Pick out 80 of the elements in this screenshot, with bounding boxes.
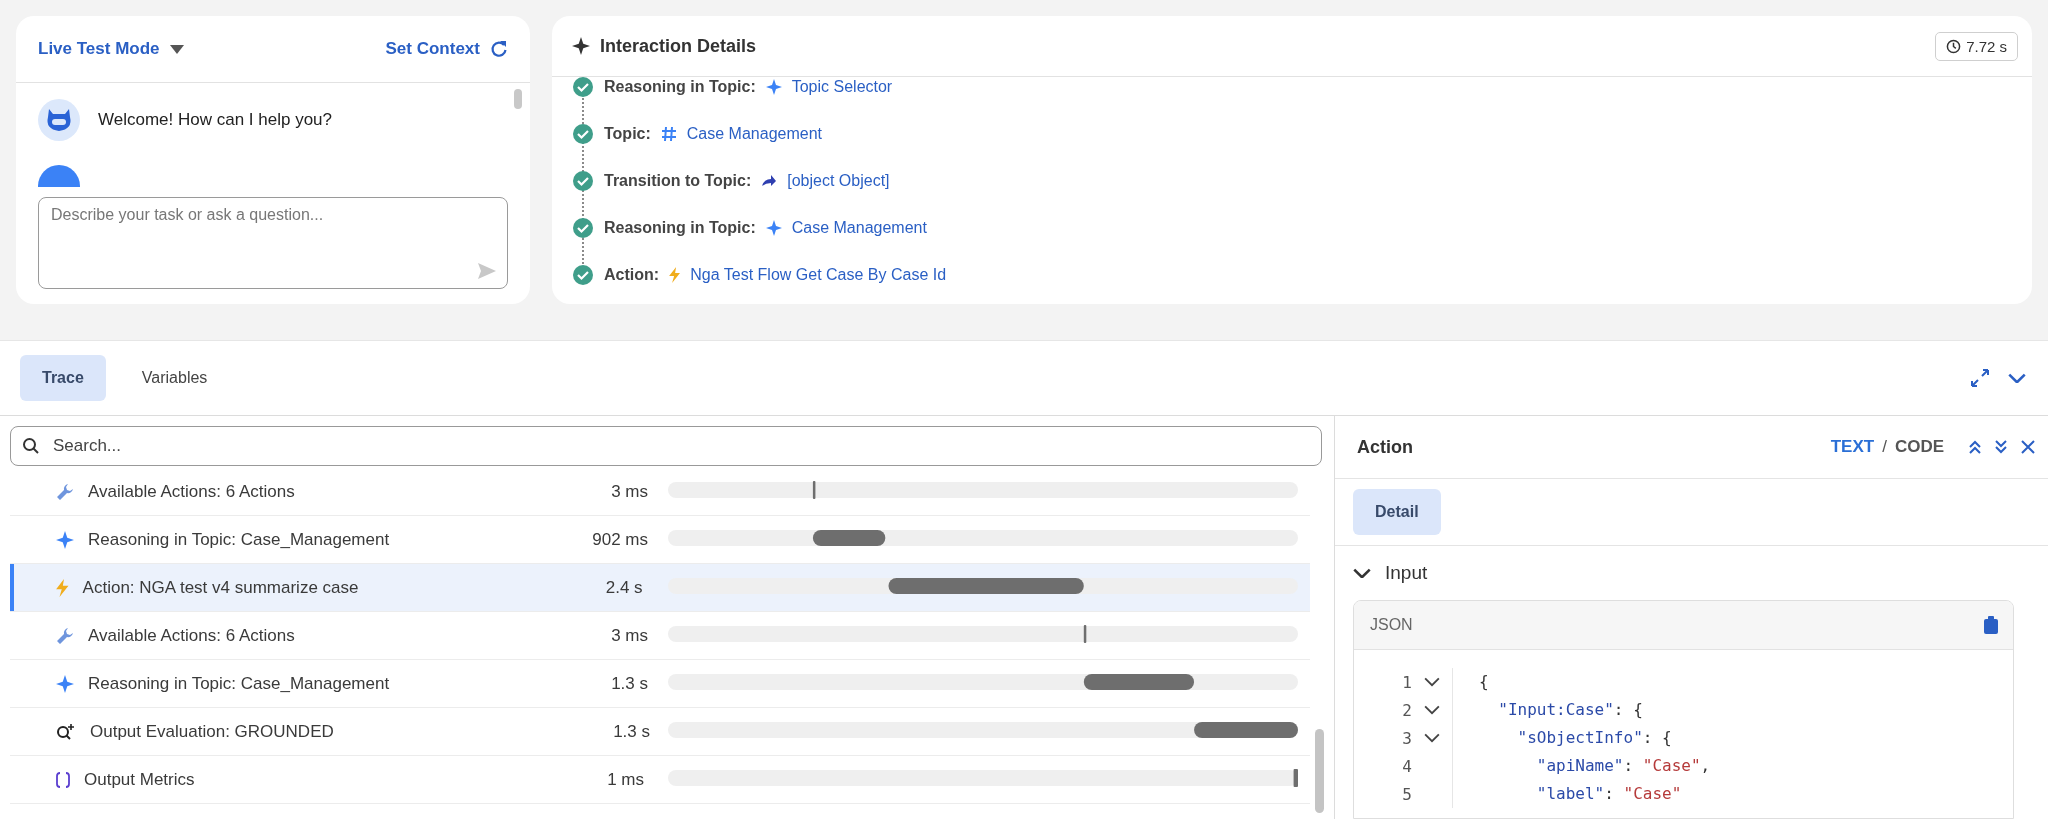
trace-label: Action: NGA test v4 summarize case [82, 577, 360, 598]
step-label: Topic: [604, 124, 651, 143]
step-link[interactable]: Nga Test Flow Get Case By Case Id [690, 265, 947, 284]
clock-icon [1946, 38, 1962, 54]
code-line: "apiName": "Case", [1452, 752, 1711, 780]
code-line: { [1452, 668, 1489, 696]
duration-text: 1.3 s [610, 673, 648, 694]
timeline-bar [1083, 625, 1087, 643]
line-number: 4 [1401, 756, 1412, 776]
line-number: 5 [1401, 784, 1412, 804]
search-field[interactable]: Search... [10, 426, 1322, 466]
magnifier-plus-icon [56, 722, 76, 741]
scrollbar[interactable] [514, 89, 522, 109]
sparkle-icon [765, 78, 782, 95]
chevron-down-icon [1353, 567, 1371, 579]
duration-badge: 7.72 s [1935, 31, 2018, 61]
duration-text: 1 ms [606, 769, 644, 790]
step-label: Transition to Topic: [604, 171, 752, 190]
step-label: Action: [604, 265, 660, 284]
tab[interactable]: Variables [119, 355, 230, 401]
code-line: "label": "Case" [1452, 780, 1682, 808]
code-line: "Input:Case": { [1452, 696, 1643, 724]
lightning-icon [56, 578, 69, 597]
hash-icon [660, 125, 677, 142]
sparkle-icon [765, 219, 782, 236]
line-number: 2 [1401, 700, 1412, 720]
fold-chevron-icon [1424, 705, 1440, 715]
duration-text: 3 ms [610, 481, 648, 502]
fold-chevron-icon [1424, 733, 1440, 743]
lightning-icon [669, 266, 681, 283]
timeline-bar [1293, 769, 1298, 787]
wrench-icon [56, 482, 74, 501]
mode-dropdown[interactable]: Live Test Mode [38, 39, 184, 59]
step-link[interactable]: [object Object] [787, 171, 890, 190]
trace-label: Available Actions: 6 Actions [88, 625, 296, 646]
expand-icon[interactable] [1968, 366, 1992, 390]
wrench-icon [56, 626, 74, 645]
duration-text: 3 ms [610, 625, 648, 646]
section-toggle[interactable]: Input [1335, 546, 2048, 600]
sparkles-icon [572, 37, 590, 55]
step-label: Reasoning in Topic: [604, 218, 756, 237]
chevron-down-icon [2008, 372, 2026, 384]
step-link[interactable]: Topic Selector [791, 77, 893, 96]
panel-title: Interaction Details [600, 35, 757, 57]
trace-label: Reasoning in Topic: Case_Management [88, 673, 391, 694]
code-line: "sObjectInfo": { [1452, 724, 1672, 752]
duration-text: 1.3 s [612, 721, 650, 742]
clipboard-icon[interactable] [1983, 616, 1999, 634]
step-label: Reasoning in Topic: [604, 77, 756, 96]
language-label: JSON [1370, 616, 1413, 634]
trace-label: Output Evaluation: GROUNDED [90, 721, 335, 742]
tab[interactable]: Detail [1353, 489, 1441, 535]
search-icon [22, 437, 40, 455]
braces-icon [56, 771, 70, 788]
duration-text: 2.4 s [604, 577, 643, 598]
separator-text: / [1882, 437, 1887, 457]
step-link[interactable]: Case Management [791, 218, 927, 237]
view-toggle[interactable]: CODE [1894, 437, 1944, 457]
duration-text: 902 ms [591, 529, 648, 550]
trace-label: Output Metrics [84, 769, 196, 790]
refresh-icon [490, 40, 508, 58]
trace-label: Available Actions: 6 Actions [88, 481, 296, 502]
step-link[interactable]: Case Management [686, 124, 822, 143]
line-number: 3 [1401, 728, 1412, 748]
trace-label: Reasoning in Topic: Case_Management [88, 529, 391, 550]
tab[interactable]: Trace [20, 355, 106, 401]
arrow-icon [761, 173, 778, 188]
sparkle-icon [56, 530, 74, 549]
set-context-link[interactable]: Set Context [385, 39, 508, 59]
line-number: 1 [1401, 672, 1412, 692]
caret-icon [169, 44, 184, 54]
view-toggle[interactable]: TEXT [1830, 437, 1875, 457]
fold-chevron-icon [1424, 677, 1440, 687]
message-input[interactable]: Describe your task or ask a question... [38, 197, 508, 289]
robot-face-icon [45, 107, 73, 133]
timeline-bar [812, 481, 816, 499]
sparkle-icon [56, 674, 74, 693]
panel-title: Action [1357, 436, 1413, 458]
scrollbar[interactable] [1315, 729, 1324, 813]
chat-message: Welcome! How can I help you? [98, 110, 333, 130]
